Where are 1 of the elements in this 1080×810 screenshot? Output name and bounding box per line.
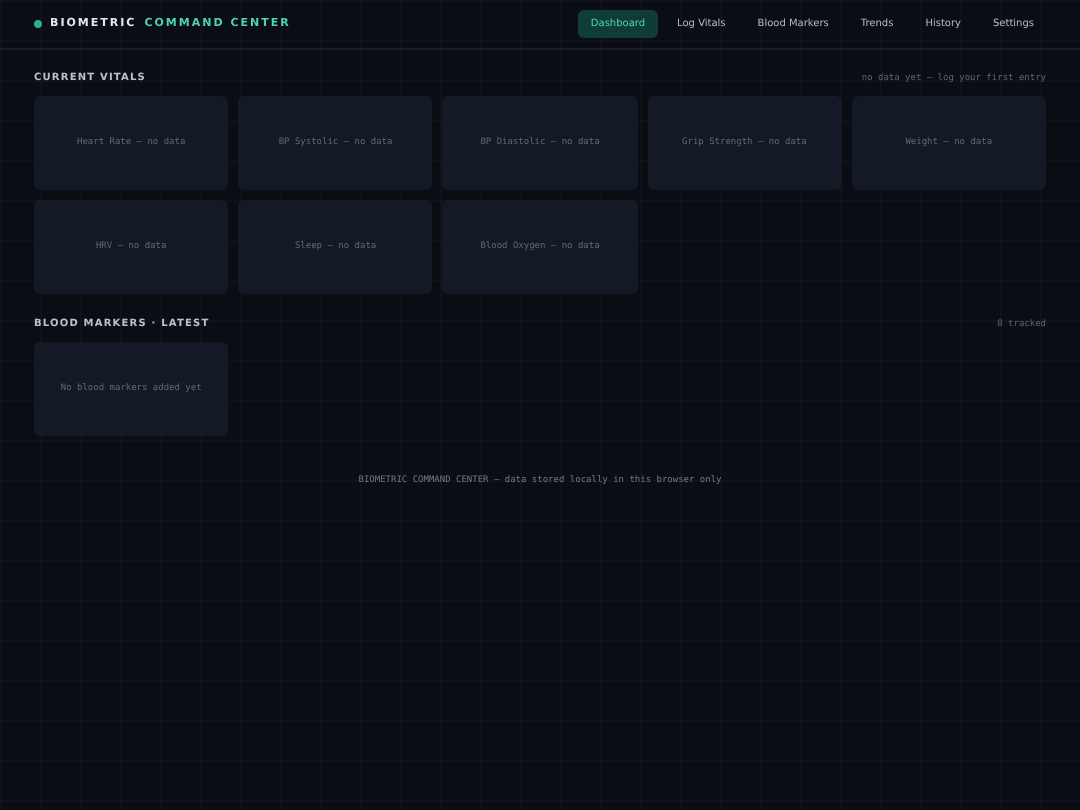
status-dot-icon bbox=[34, 20, 42, 28]
